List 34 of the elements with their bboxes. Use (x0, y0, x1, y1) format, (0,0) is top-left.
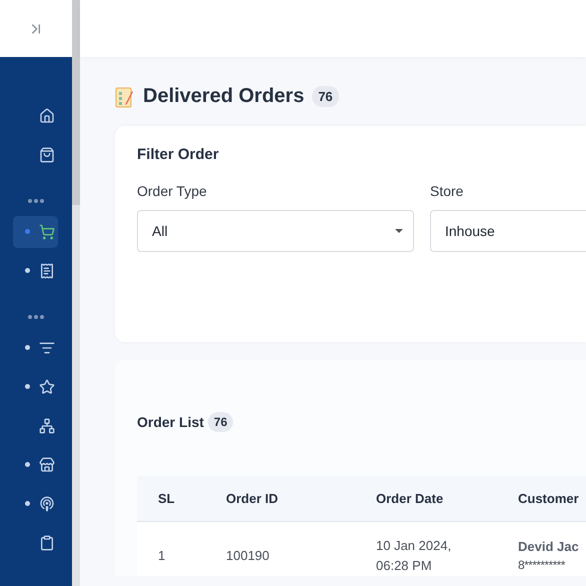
table-cell-text: 1 (158, 547, 166, 565)
more-icon (28, 199, 44, 203)
clipboard-icon (115, 86, 135, 108)
menu-icon (39, 147, 55, 163)
count-badge: 76 (208, 412, 234, 432)
column-header: Order Date (376, 491, 444, 506)
more-icon (28, 315, 44, 319)
field-label: Store (430, 183, 464, 199)
menu-icon (39, 108, 55, 124)
order-time: 06:28 PM (376, 557, 433, 575)
sidebar-item[interactable] (13, 216, 58, 248)
menu-icon (39, 418, 55, 434)
select-field[interactable]: All (137, 210, 414, 252)
column-header: Order ID (226, 491, 280, 506)
customer-phone: 8********** (518, 557, 566, 574)
menu-icon (39, 379, 55, 395)
card-title: Filter Order (137, 146, 220, 163)
count-badge: 76 (312, 86, 339, 107)
field-label: Order Type (137, 183, 208, 199)
menu-icon (39, 340, 55, 356)
menu-icon (39, 224, 55, 240)
column-header: SL (158, 491, 176, 506)
menu-icon (39, 263, 55, 279)
column-header: Customer (518, 491, 580, 506)
scrollbar[interactable] (72, 0, 80, 586)
page-title: Delivered Orders (143, 85, 304, 108)
menu-icon (39, 535, 55, 551)
customer-name: Devid Jac (518, 538, 580, 556)
select-field[interactable]: Inhouse (430, 210, 586, 252)
card-title: Order List (137, 414, 204, 430)
order-date: 10 Jan 2024, (376, 537, 452, 555)
menu-icon (39, 496, 55, 512)
menu-icon (39, 457, 55, 473)
table-cell-text: 100190 (226, 547, 270, 565)
